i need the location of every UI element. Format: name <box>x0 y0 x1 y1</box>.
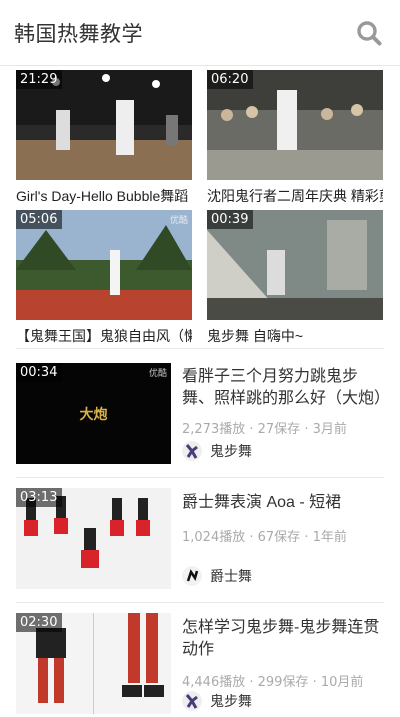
author-name: 鬼步舞 <box>210 693 252 709</box>
search-icon[interactable] <box>356 20 382 46</box>
duration-badge: 00:34 <box>16 363 63 382</box>
author-avatar <box>182 691 202 711</box>
author-name: 鬼步舞 <box>210 443 252 459</box>
thumbnail-text: 大炮 <box>79 406 108 422</box>
watermark: 优酷 <box>169 216 188 226</box>
save-count: 67保存 <box>257 530 301 545</box>
video-title: 怎样学习鬼步舞-鬼步舞连贯动作 <box>182 619 380 658</box>
author-avatar <box>182 566 202 586</box>
divider <box>16 602 384 603</box>
post-time: 10月前 <box>320 675 364 690</box>
video-thumbnail[interactable]: 05:06 优酷 <box>16 210 192 320</box>
video-thumbnail[interactable]: 03:13 <box>16 488 171 589</box>
video-caption: 鬼步舞 自嗨中~ <box>207 328 304 344</box>
divider <box>16 477 384 478</box>
video-thumbnail[interactable]: 00:39 <box>207 210 383 320</box>
duration-badge: 00:39 <box>207 210 254 229</box>
video-thumbnail[interactable]: 大炮 00:34 优酷 <box>16 363 171 464</box>
video-title: 看胖子三个月努力跳鬼步舞、照样跳的那么好（大炮） <box>182 368 391 407</box>
author[interactable]: 鬼步舞 <box>182 440 252 462</box>
post-time: 3月前 <box>312 422 347 437</box>
page-title: 韩国热舞教学 <box>14 23 143 46</box>
video-meta: 4,446播放 · 299保存 · 10月前 <box>182 675 364 690</box>
author-avatar <box>182 441 202 461</box>
play-count: 4,446播放 <box>182 675 246 690</box>
video-thumbnail[interactable]: 06:20 <box>207 70 383 180</box>
duration-badge: 21:29 <box>16 70 63 89</box>
video-meta: 2,273播放 · 27保存 · 3月前 <box>182 422 347 437</box>
divider <box>16 348 384 349</box>
video-thumbnail[interactable]: 02:30 <box>16 613 171 714</box>
play-count: 1,024播放 <box>182 530 246 545</box>
duration-badge: 06:20 <box>207 70 254 89</box>
author[interactable]: 爵士舞 <box>182 565 252 587</box>
video-thumbnail[interactable]: 21:29 <box>16 70 192 180</box>
author-name: 爵士舞 <box>210 568 252 584</box>
duration-badge: 03:13 <box>16 488 63 507</box>
author[interactable]: 鬼步舞 <box>182 690 252 712</box>
video-title: 爵士舞表演 Aoa - 短裙 <box>182 494 342 511</box>
video-caption: Girl's Day-Hello Bubble舞蹈 <box>16 188 189 204</box>
video-meta: 1,024播放 · 67保存 · 1年前 <box>182 530 347 545</box>
play-count: 2,273播放 <box>182 422 246 437</box>
duration-badge: 02:30 <box>16 613 63 632</box>
save-count: 27保存 <box>257 422 301 437</box>
app-bar: 韩国热舞教学 <box>0 0 400 66</box>
post-time: 1年前 <box>312 530 347 545</box>
watermark: 优酷 <box>148 369 167 379</box>
video-caption: 【鬼舞王国】鬼狼自由风（懒. <box>16 328 192 344</box>
video-caption: 沈阳鬼行者二周年庆典 精彩剪 <box>207 188 383 204</box>
save-count: 299保存 <box>257 675 309 690</box>
duration-badge: 05:06 <box>16 210 63 229</box>
